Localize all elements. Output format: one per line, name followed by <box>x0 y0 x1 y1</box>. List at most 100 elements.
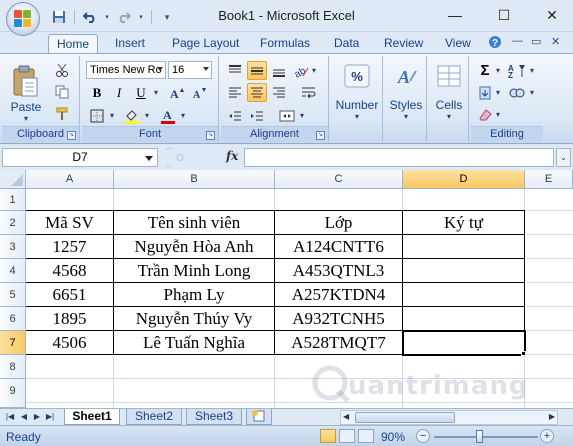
align-center-icon[interactable] <box>247 83 267 102</box>
zoom-level[interactable]: 90% <box>381 430 405 444</box>
sheet-tab-3[interactable]: Sheet3 <box>186 409 242 425</box>
row-header-5[interactable]: 5 <box>0 283 26 307</box>
table-cell[interactable]: Lê Tuấn Nghĩa <box>114 331 274 354</box>
row-header-3[interactable]: 3 <box>0 235 26 259</box>
minimize-button[interactable]: — <box>441 4 469 26</box>
prev-sheet-icon[interactable]: ◀ <box>18 411 30 423</box>
autosum-button[interactable]: Σ <box>475 61 495 80</box>
last-sheet-icon[interactable]: ▶| <box>44 411 56 423</box>
zoom-slider-track[interactable] <box>434 436 538 438</box>
cut-icon[interactable] <box>52 60 72 79</box>
align-bottom-icon[interactable] <box>269 61 289 80</box>
table-cell[interactable]: A257KTDN4 <box>275 283 402 306</box>
table-cell[interactable] <box>403 259 524 282</box>
tab-review[interactable]: Review <box>376 34 431 54</box>
column-header-e[interactable]: E <box>525 170 573 189</box>
table-cell[interactable] <box>403 307 524 330</box>
cells-dropdown-icon[interactable]: ▾ <box>429 112 469 121</box>
increase-font-icon[interactable]: A <box>168 83 188 102</box>
decrease-font-icon[interactable]: A <box>190 83 210 102</box>
scroll-left-icon[interactable]: ◀ <box>343 412 349 421</box>
borders-dropdown-icon[interactable]: ▾ <box>107 106 117 125</box>
align-top-icon[interactable] <box>225 61 245 80</box>
table-cell[interactable]: A124CNTT6 <box>275 235 402 258</box>
alignment-launcher-icon[interactable]: ↘ <box>316 131 325 140</box>
row-header-8[interactable]: 8 <box>0 355 26 379</box>
horizontal-scrollbar[interactable]: ◀ ▶ <box>340 410 558 425</box>
column-header-b[interactable]: B <box>114 170 275 189</box>
format-painter-icon[interactable] <box>52 104 72 123</box>
orientation-dropdown-icon[interactable]: ▾ <box>309 61 319 80</box>
table-cell[interactable]: Nguyễn Thúy Vy <box>114 307 274 330</box>
row-header-7[interactable]: 7 <box>0 331 26 355</box>
ribbon-restore-icon[interactable]: ▭ <box>531 35 541 48</box>
row-header-4[interactable]: 4 <box>0 259 26 283</box>
clear-dropdown-icon[interactable]: ▾ <box>493 105 503 124</box>
scroll-thumb[interactable] <box>355 412 455 423</box>
insert-sheet-icon[interactable] <box>246 409 272 425</box>
number-button[interactable]: Number <box>331 98 383 112</box>
styles-dropdown-icon[interactable]: ▾ <box>385 112 427 121</box>
table-cell[interactable]: 4568 <box>26 259 113 282</box>
expand-formula-bar-icon[interactable]: ⌄ <box>556 148 571 167</box>
table-cell[interactable] <box>403 235 524 258</box>
tab-insert[interactable]: Insert <box>107 34 153 54</box>
sheet-tab-2[interactable]: Sheet2 <box>126 409 182 425</box>
tab-home[interactable]: Home <box>48 34 99 54</box>
table-cell[interactable]: A932TCNH5 <box>275 307 402 330</box>
paste-icon[interactable] <box>6 60 44 102</box>
office-button[interactable] <box>6 2 40 36</box>
merge-dropdown-icon[interactable]: ▾ <box>297 106 307 125</box>
page-break-view-icon[interactable] <box>358 429 374 443</box>
decrease-indent-icon[interactable] <box>225 106 245 125</box>
normal-view-icon[interactable] <box>320 429 336 443</box>
table-cell[interactable] <box>403 283 524 306</box>
styles-icon[interactable]: A <box>390 62 422 90</box>
copy-icon[interactable] <box>52 82 72 101</box>
zoom-out-icon[interactable]: − <box>416 429 430 443</box>
font-launcher-icon[interactable]: ↘ <box>206 131 215 140</box>
table-cell[interactable]: Phạm Ly <box>114 283 274 306</box>
maximize-button[interactable]: ☐ <box>490 4 518 26</box>
paste-dropdown-icon[interactable]: ▾ <box>18 114 34 123</box>
row-header-1[interactable]: 1 <box>0 189 26 211</box>
table-cell[interactable]: A453QTNL3 <box>275 259 402 282</box>
table-cell[interactable]: A528TMQT7 <box>275 331 402 354</box>
fill-color-icon[interactable] <box>122 106 142 125</box>
table-header-cell[interactable]: Lớp <box>275 211 402 234</box>
orientation-icon[interactable]: ab <box>291 61 311 80</box>
select-all-corner[interactable] <box>0 170 26 189</box>
table-header-cell[interactable]: Mã SV <box>26 211 113 234</box>
align-middle-icon[interactable] <box>247 61 267 80</box>
font-name-combo[interactable]: Times New Ro <box>86 61 166 79</box>
fill-icon[interactable] <box>475 83 495 102</box>
underline-dropdown-icon[interactable]: ▾ <box>151 83 161 102</box>
name-box[interactable]: D7 <box>2 148 158 167</box>
table-cell[interactable]: 6651 <box>26 283 113 306</box>
zoom-in-icon[interactable]: + <box>540 429 554 443</box>
tab-view[interactable]: View <box>437 34 479 54</box>
active-cell-d7[interactable] <box>402 330 526 356</box>
formula-input[interactable] <box>244 148 554 167</box>
borders-icon[interactable] <box>87 106 107 125</box>
close-button[interactable]: ✕ <box>538 4 566 26</box>
number-format-icon[interactable]: % <box>341 62 373 90</box>
insert-function-button[interactable]: fx <box>226 149 238 163</box>
autosum-dropdown-icon[interactable]: ▾ <box>493 61 503 80</box>
fill-color-dropdown-icon[interactable]: ▾ <box>142 106 152 125</box>
number-dropdown-icon[interactable]: ▾ <box>331 112 383 121</box>
wrap-text-icon[interactable] <box>299 83 319 102</box>
sort-dropdown-icon[interactable]: ▾ <box>527 61 537 80</box>
table-cell[interactable]: 4506 <box>26 331 113 354</box>
page-layout-view-icon[interactable] <box>339 429 355 443</box>
cells-button[interactable]: Cells <box>429 98 469 112</box>
column-header-a[interactable]: A <box>26 170 114 189</box>
bold-button[interactable]: B <box>87 83 107 102</box>
cells-icon[interactable] <box>433 62 465 90</box>
column-header-c[interactable]: C <box>275 170 403 189</box>
merge-center-icon[interactable] <box>277 106 297 125</box>
styles-button[interactable]: Styles <box>385 98 427 112</box>
table-cell[interactable]: 1895 <box>26 307 113 330</box>
italic-button[interactable]: I <box>109 83 129 102</box>
sort-filter-icon[interactable]: AZ <box>507 61 527 80</box>
